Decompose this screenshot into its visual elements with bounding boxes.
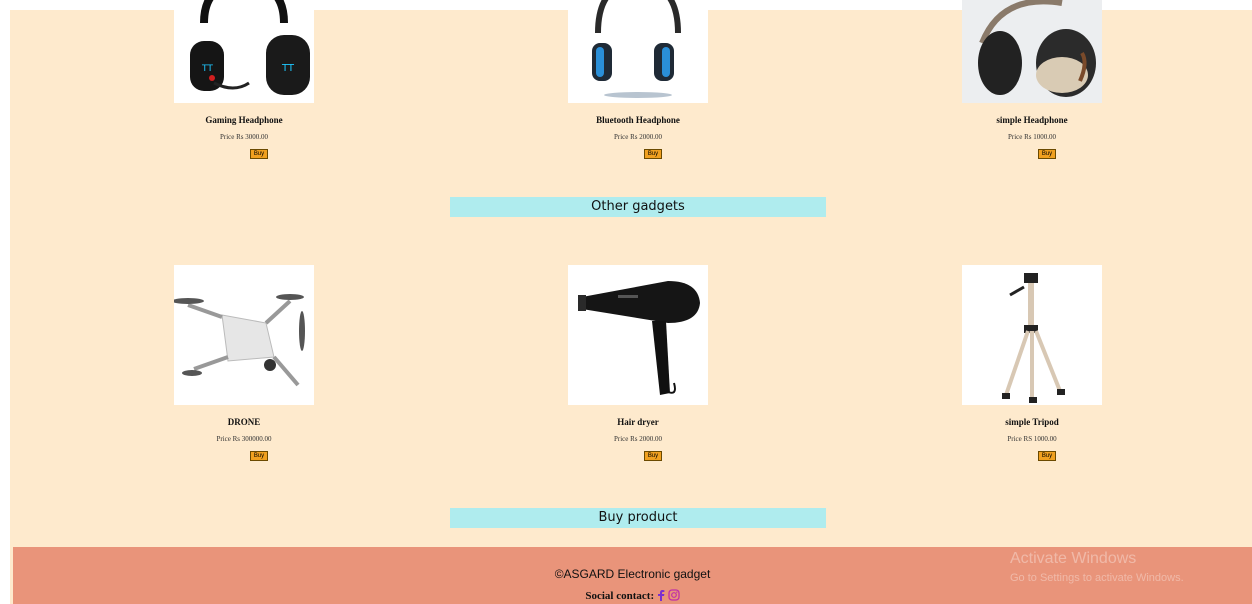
buy-button[interactable]: Buy xyxy=(1037,149,1057,159)
hair-dryer-image xyxy=(568,265,708,405)
product-price: Price Rs 1000.00 xyxy=(1007,133,1057,141)
product-card: Hair dryer Price Rs 2000.00 Buy xyxy=(538,265,738,462)
product-price: Price Rs 2000.00 xyxy=(613,435,663,443)
bluetooth-headphone-image xyxy=(568,0,708,103)
product-name: simple Tripod xyxy=(1005,417,1059,427)
gaming-headphone-image: TT TT xyxy=(174,0,314,103)
buy-product-heading: Buy product xyxy=(450,508,826,528)
buy-button[interactable]: Buy xyxy=(643,451,663,461)
buy-button[interactable]: Buy xyxy=(249,149,269,159)
activate-windows-watermark: Activate Windows Go to Settings to activ… xyxy=(1010,547,1184,584)
buy-button[interactable]: Buy xyxy=(1037,451,1057,461)
product-price: Price Rs 3000.00 xyxy=(219,133,269,141)
product-card: TT TT Gaming Headphone Price Rs 3000.00 … xyxy=(144,0,344,160)
instagram-icon[interactable] xyxy=(667,589,680,602)
product-card: simple Tripod Price RS 1000.00 Buy xyxy=(932,265,1132,462)
product-price: Price Rs 2000.00 xyxy=(613,133,663,141)
watermark-subtitle: Go to Settings to activate Windows. xyxy=(1010,572,1184,584)
svg-text:TT: TT xyxy=(201,64,213,74)
product-price: Price Rs 300000.00 xyxy=(216,435,272,443)
product-card: simple Headphone Price Rs 1000.00 Buy xyxy=(932,0,1132,160)
social-contact: Social contact: xyxy=(13,589,1252,602)
svg-text:TT: TT xyxy=(281,63,295,74)
product-price: Price RS 1000.00 xyxy=(1007,435,1057,443)
buy-button[interactable]: Buy xyxy=(643,149,663,159)
product-name: Bluetooth Headphone xyxy=(596,115,680,125)
social-contact-label: Social contact: xyxy=(585,590,655,602)
page-content: TT TT Gaming Headphone Price Rs 3000.00 … xyxy=(10,0,1252,604)
product-card: Bluetooth Headphone Price Rs 2000.00 Buy xyxy=(538,0,738,160)
simple-headphone-image xyxy=(962,0,1102,103)
other-gadgets-heading: Other gadgets xyxy=(450,197,826,217)
product-name: Hair dryer xyxy=(617,417,659,427)
product-name: Gaming Headphone xyxy=(205,115,283,125)
facebook-icon[interactable] xyxy=(657,590,668,602)
drone-image xyxy=(174,265,314,405)
watermark-title: Activate Windows xyxy=(1010,550,1137,567)
product-name: simple Headphone xyxy=(996,115,1068,125)
tripod-image xyxy=(962,265,1102,405)
product-card: DRONE Price Rs 300000.00 Buy xyxy=(144,265,344,462)
product-name: DRONE xyxy=(227,417,261,427)
buy-button[interactable]: Buy xyxy=(249,451,269,461)
